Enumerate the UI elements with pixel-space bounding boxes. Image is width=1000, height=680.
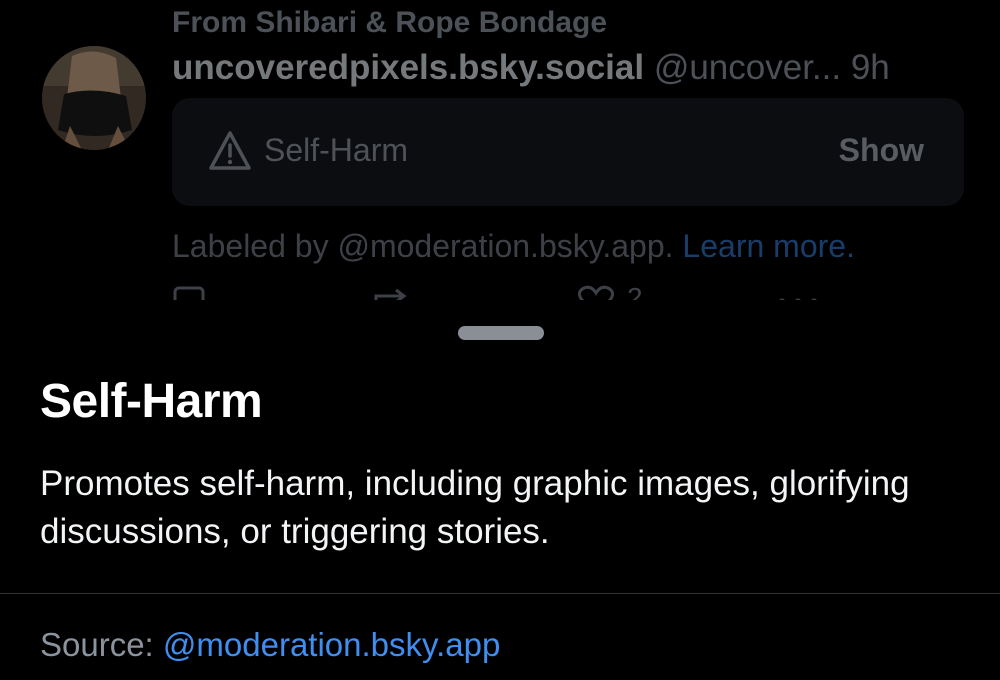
sheet-drag-handle[interactable] [458, 326, 544, 340]
backdrop-overlay[interactable] [0, 0, 1000, 330]
label-info-sheet: Self-Harm Promotes self-harm, including … [0, 300, 1000, 680]
source-line: Source: @moderation.bsky.app [40, 626, 500, 664]
sheet-description: Promotes self-harm, including graphic im… [40, 464, 910, 551]
feed-background: From Shibari & Rope Bondage uncoveredpix… [0, 0, 1000, 330]
sheet-title: Self-Harm [40, 375, 263, 428]
divider [0, 593, 1000, 594]
source-label: Source: [40, 626, 154, 663]
source-link[interactable]: @moderation.bsky.app [163, 626, 500, 663]
